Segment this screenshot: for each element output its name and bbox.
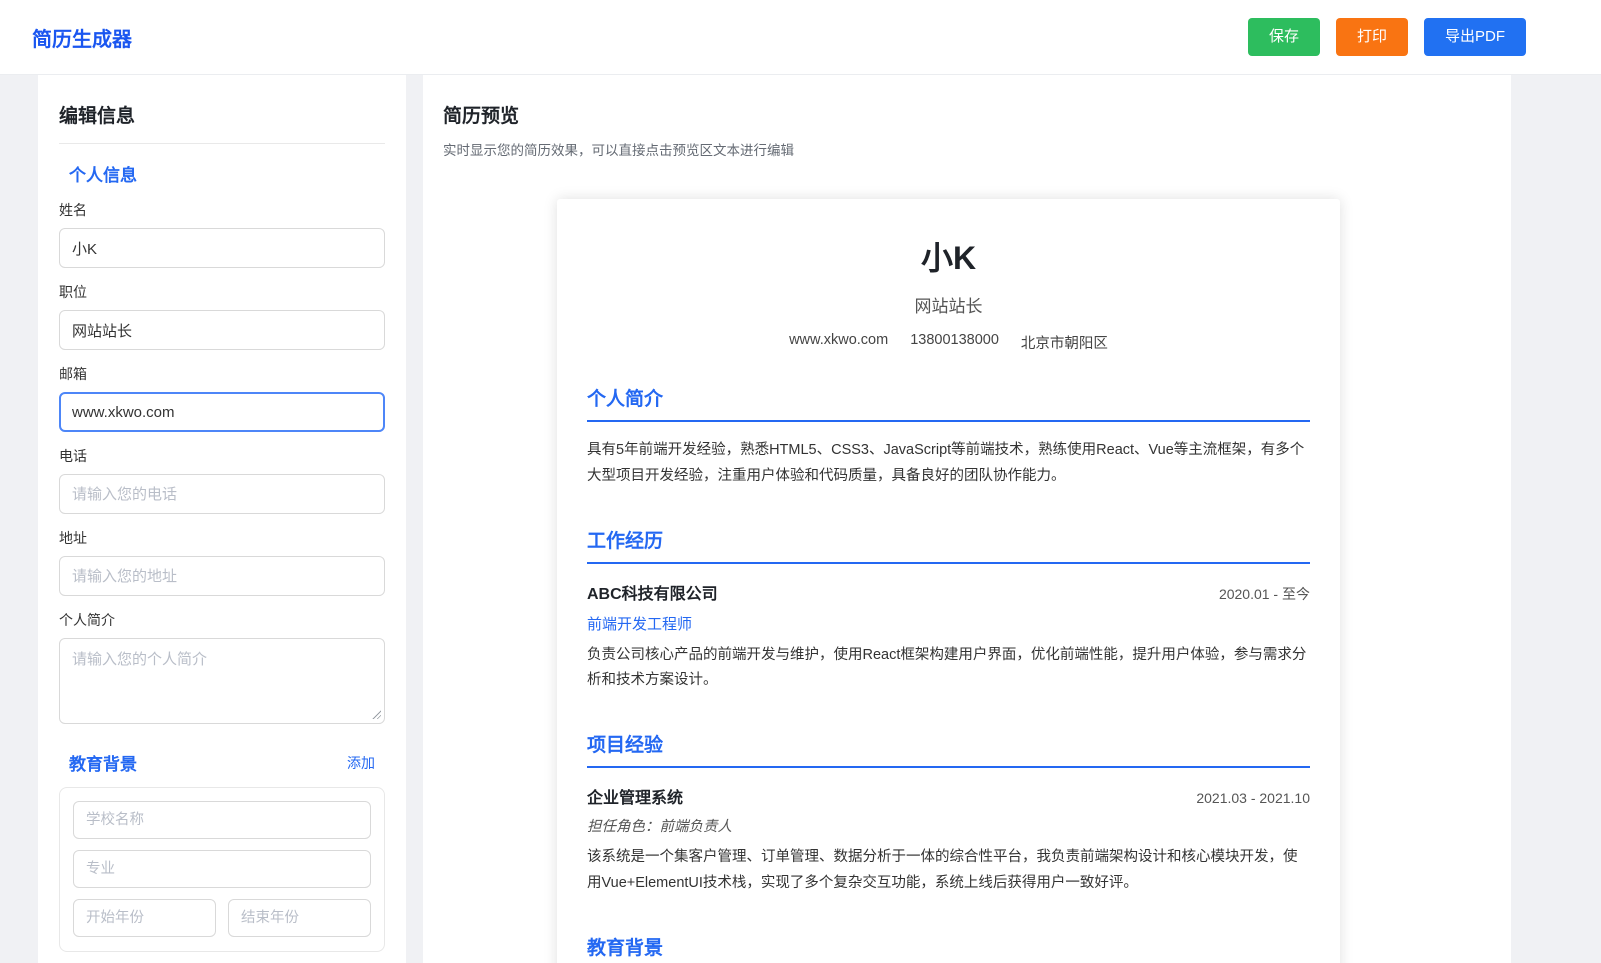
project-role[interactable]: 担任角色：前端负责人	[587, 815, 1310, 836]
contact-item[interactable]: 13800138000	[910, 332, 999, 353]
education-section-title: 教育背景	[69, 755, 137, 774]
position-input[interactable]	[59, 310, 385, 350]
resume-name[interactable]: 小K	[587, 233, 1310, 279]
email-label: 邮箱	[59, 366, 87, 382]
summary-textarea-wrap	[59, 638, 385, 724]
end-year-input[interactable]	[228, 899, 371, 937]
project-description[interactable]: 该系统是一个集客户管理、订单管理、数据分析于一体的综合性平台，我负责前端架构设计…	[587, 845, 1310, 897]
address-input[interactable]	[59, 556, 385, 596]
print-button[interactable]: 打印	[1335, 18, 1408, 56]
edit-panel: 编辑信息 个人信息 姓名 职位 邮箱 电话 地址 个人简介 教育背景 添加	[38, 75, 406, 963]
school-name-input[interactable]	[73, 801, 371, 839]
name-input[interactable]	[59, 228, 385, 268]
resume-card: 小K 网站站长 www.xkwo.com 13800138000 北京市朝阳区 个人…	[557, 199, 1340, 963]
year-row	[73, 899, 371, 938]
preview-title: 简历预览	[443, 106, 520, 127]
education-entry-card	[59, 787, 385, 952]
contact-item[interactable]: www.xkwo.com	[789, 332, 888, 353]
project-section-title[interactable]: 项目经验	[587, 730, 1310, 769]
project-item-header: 企业管理系统 2021.03 - 2021.10	[587, 784, 1310, 808]
contact-item[interactable]: 北京市朝阳区	[1021, 332, 1108, 353]
name-label: 姓名	[59, 202, 87, 218]
preview-subtitle: 实时显示您的简历效果，可以直接点击预览区文本进行编辑	[443, 143, 794, 158]
email-input[interactable]	[59, 392, 385, 432]
resume-position[interactable]: 网站站长	[587, 292, 1310, 317]
work-role[interactable]: 前端开发工程师	[587, 613, 1310, 634]
summary-section-title[interactable]: 个人简介	[587, 384, 1310, 422]
app-title: 简历生成器	[32, 28, 132, 51]
project-name[interactable]: 企业管理系统	[587, 784, 683, 808]
export-pdf-button[interactable]: 导出PDF	[1423, 18, 1526, 56]
work-item-header: ABC科技有限公司 2020.01 - 至今	[587, 580, 1310, 604]
resume-work-section: 工作经历 ABC科技有限公司 2020.01 - 至今 前端开发工程师 负责公司…	[587, 526, 1310, 695]
start-year-input[interactable]	[73, 899, 216, 937]
work-description[interactable]: 负责公司核心产品的前端开发与维护，使用React框架构建用户界面，优化前端性能，…	[587, 643, 1310, 695]
work-period[interactable]: 2020.01 - 至今	[1219, 584, 1310, 604]
save-button[interactable]: 保存	[1247, 18, 1320, 56]
resume-project-section: 项目经验 企业管理系统 2021.03 - 2021.10 担任角色：前端负责人…	[587, 730, 1310, 897]
resume-education-section: 教育背景 北京大学 2016.09 - 2020.06 计算机科学与技术 - 本…	[587, 933, 1310, 963]
summary-text[interactable]: 具有5年前端开发经验，熟悉HTML5、CSS3、JavaScript等前端技术，…	[587, 438, 1310, 490]
summary-textarea[interactable]	[59, 638, 385, 724]
project-period[interactable]: 2021.03 - 2021.10	[1196, 790, 1310, 806]
app-header: 简历生成器 保存 打印 导出PDF	[0, 0, 1601, 75]
position-label: 职位	[59, 284, 87, 300]
personal-info-section-title: 个人信息	[69, 166, 137, 185]
company-name[interactable]: ABC科技有限公司	[587, 580, 718, 604]
phone-label: 电话	[59, 448, 87, 464]
preview-panel: 简历预览 实时显示您的简历效果，可以直接点击预览区文本进行编辑 小K 网站站长 …	[423, 75, 1511, 963]
resume-contacts: www.xkwo.com 13800138000 北京市朝阳区	[587, 332, 1310, 353]
address-label: 地址	[59, 530, 87, 546]
edit-panel-title: 编辑信息	[59, 106, 136, 127]
education-section-header: 教育背景 添加	[59, 750, 385, 775]
summary-label: 个人简介	[59, 612, 115, 628]
add-education-link[interactable]: 添加	[347, 753, 375, 773]
header-actions: 保存 打印 导出PDF	[1232, 18, 1526, 56]
resume-summary-section: 个人简介 具有5年前端开发经验，熟悉HTML5、CSS3、JavaScript等…	[587, 384, 1310, 490]
divider	[59, 143, 385, 144]
work-section-title[interactable]: 工作经历	[587, 526, 1310, 564]
content-area: 编辑信息 个人信息 姓名 职位 邮箱 电话 地址 个人简介 教育背景 添加	[0, 75, 1601, 963]
education-section-title[interactable]: 教育背景	[587, 933, 1310, 963]
major-input[interactable]	[73, 850, 371, 888]
phone-input[interactable]	[59, 474, 385, 514]
